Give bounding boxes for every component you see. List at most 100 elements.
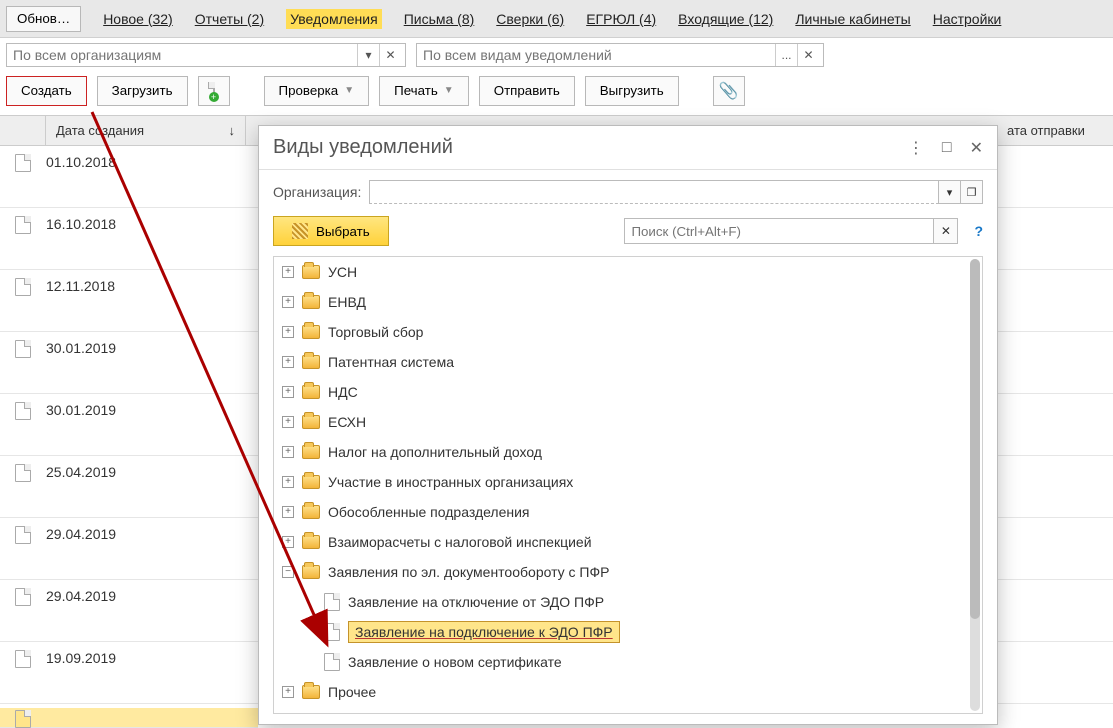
- help-icon[interactable]: ?: [974, 223, 983, 239]
- send-button[interactable]: Отправить: [479, 76, 575, 106]
- expander-icon[interactable]: +: [282, 356, 294, 368]
- select-button[interactable]: Выбрать: [273, 216, 389, 246]
- nav-link[interactable]: Уведомления: [286, 9, 382, 29]
- nav-link[interactable]: Входящие (12): [678, 11, 773, 27]
- org-filter-dropdown[interactable]: ▾: [357, 44, 379, 66]
- load-button[interactable]: Загрузить: [97, 76, 188, 106]
- search-input[interactable]: [624, 218, 934, 244]
- tree-label[interactable]: Заявление на отключение от ЭДО ПФР: [348, 594, 604, 610]
- tree-folder[interactable]: + Патентная система: [274, 347, 982, 377]
- tree-label[interactable]: ЕНВД: [328, 294, 366, 310]
- document-icon: [324, 653, 340, 671]
- org-filter-clear[interactable]: ✕: [379, 44, 401, 66]
- nav-link[interactable]: Личные кабинеты: [795, 11, 910, 27]
- tree-label[interactable]: ЕСХН: [328, 414, 366, 430]
- expander-icon[interactable]: +: [282, 686, 294, 698]
- search-clear[interactable]: ✕: [934, 218, 958, 244]
- tree-folder[interactable]: + НДС: [274, 377, 982, 407]
- kind-filter[interactable]: ... ✕: [416, 43, 824, 67]
- tree-folder[interactable]: + ЕНВД: [274, 287, 982, 317]
- tree-label[interactable]: Взаиморасчеты с налоговой инспекцией: [328, 534, 592, 550]
- org-dropdown[interactable]: ▾: [939, 180, 961, 204]
- kind-filter-input[interactable]: [417, 44, 775, 66]
- expander-icon[interactable]: +: [282, 416, 294, 428]
- create-button[interactable]: Создать: [6, 76, 87, 106]
- folder-icon: [302, 475, 320, 489]
- kind-filter-more[interactable]: ...: [775, 44, 797, 66]
- filter-bar: ▾ ✕ ... ✕: [0, 38, 1113, 72]
- col-send-date[interactable]: ата отправки: [1001, 116, 1113, 146]
- attach-button[interactable]: 📎: [713, 76, 745, 106]
- nav-link[interactable]: Настройки: [933, 11, 1002, 27]
- tree-label[interactable]: Налог на дополнительный доход: [328, 444, 542, 460]
- nav-link[interactable]: Сверки (6): [496, 11, 564, 27]
- tree-item[interactable]: Заявление на подключение к ЭДО ПФР: [274, 617, 982, 647]
- col-date[interactable]: Дата создания ↓: [46, 116, 246, 145]
- org-label: Организация:: [273, 184, 361, 200]
- nav-link[interactable]: Письма (8): [404, 11, 475, 27]
- tree-folder[interactable]: + Обособленные подразделения: [274, 497, 982, 527]
- expander-icon[interactable]: +: [282, 296, 294, 308]
- tree-folder[interactable]: + Прочее: [274, 677, 982, 707]
- add-doc-button[interactable]: +: [198, 76, 230, 106]
- modal-title: Виды уведомлений: [273, 136, 453, 159]
- check-button[interactable]: Проверка▼: [264, 76, 370, 106]
- tree-item[interactable]: Заявление на отключение от ЭДО ПФР: [274, 587, 982, 617]
- document-icon: [15, 402, 31, 420]
- org-filter-input[interactable]: [7, 44, 357, 66]
- expander-icon[interactable]: +: [282, 386, 294, 398]
- document-icon: [15, 216, 31, 234]
- tree-label[interactable]: Прочее: [328, 684, 376, 700]
- tree-label[interactable]: НДС: [328, 384, 358, 400]
- tree-label[interactable]: Патентная система: [328, 354, 454, 370]
- folder-icon: [302, 355, 320, 369]
- tree-item[interactable]: Заявление о новом сертификате: [274, 647, 982, 677]
- org-combo[interactable]: ▾ ❐: [369, 180, 983, 204]
- org-filter[interactable]: ▾ ✕: [6, 43, 406, 67]
- tree-label[interactable]: Обособленные подразделения: [328, 504, 530, 520]
- org-open[interactable]: ❐: [961, 180, 983, 204]
- tree[interactable]: + УСН + ЕНВД + Торговый сбор + Патентная систем…: [273, 256, 983, 714]
- document-icon: [15, 588, 31, 606]
- close-icon[interactable]: ✕: [970, 138, 983, 158]
- tree-folder[interactable]: + Налог на дополнительный доход: [274, 437, 982, 467]
- tree-folder[interactable]: + Взаиморасчеты с налоговой инспекцией: [274, 527, 982, 557]
- expander-icon[interactable]: +: [282, 476, 294, 488]
- folder-icon: [302, 685, 320, 699]
- expander-icon[interactable]: +: [282, 266, 294, 278]
- col-icon[interactable]: [0, 116, 46, 145]
- tree-label[interactable]: Участие в иностранных организациях: [328, 474, 573, 490]
- select-icon: [292, 223, 308, 239]
- maximize-icon[interactable]: □: [942, 139, 952, 157]
- tree-label[interactable]: Торговый сбор: [328, 324, 423, 340]
- tree-folder[interactable]: + Участие в иностранных организациях: [274, 467, 982, 497]
- kind-filter-clear[interactable]: ✕: [797, 44, 819, 66]
- tree-folder[interactable]: + УСН: [274, 257, 982, 287]
- print-button[interactable]: Печать▼: [379, 76, 469, 106]
- kebab-icon[interactable]: ⋮: [908, 138, 924, 158]
- nav-link[interactable]: Новое (32): [103, 11, 173, 27]
- tree-label[interactable]: Заявление о новом сертификате: [348, 654, 562, 670]
- expander-icon[interactable]: +: [282, 506, 294, 518]
- export-button[interactable]: Выгрузить: [585, 76, 679, 106]
- refresh-button[interactable]: Обнов…: [6, 6, 81, 32]
- tree-folder[interactable]: + ЕСХН: [274, 407, 982, 437]
- nav-link[interactable]: Отчеты (2): [195, 11, 264, 27]
- expander-icon[interactable]: +: [282, 536, 294, 548]
- org-input[interactable]: [369, 180, 939, 204]
- tree-folder[interactable]: + Торговый сбор: [274, 317, 982, 347]
- expander-icon[interactable]: −: [282, 566, 294, 578]
- document-icon: [15, 650, 31, 668]
- document-icon: [15, 464, 31, 482]
- expander-icon[interactable]: +: [282, 326, 294, 338]
- expander-icon[interactable]: +: [282, 446, 294, 458]
- tree-label[interactable]: УСН: [328, 264, 357, 280]
- tree-label[interactable]: Заявление на подключение к ЭДО ПФР: [348, 621, 620, 643]
- notification-types-modal: Виды уведомлений ⋮ □ ✕ Организация: ▾ ❐ …: [258, 125, 998, 725]
- cell-date: 16.10.2018: [46, 216, 246, 232]
- tree-label[interactable]: Заявления по эл. документообороту с ПФР: [328, 564, 609, 580]
- scrollbar-thumb[interactable]: [970, 259, 980, 619]
- tree-folder[interactable]: − Заявления по эл. документообороту с ПФР: [274, 557, 982, 587]
- folder-icon: [302, 445, 320, 459]
- nav-link[interactable]: ЕГРЮЛ (4): [586, 11, 656, 27]
